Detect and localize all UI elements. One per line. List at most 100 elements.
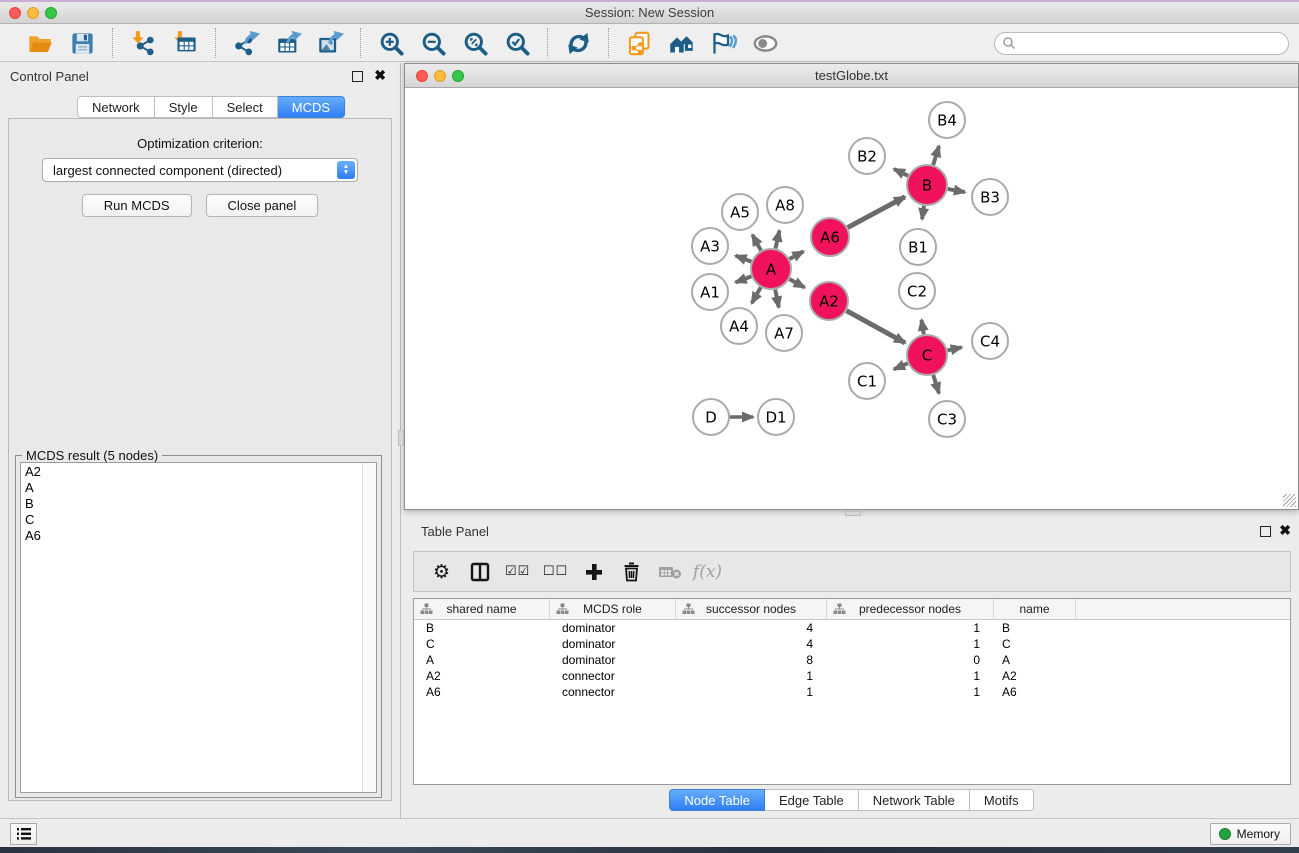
search-input[interactable] [1016, 34, 1288, 52]
table-cell[interactable]: A [414, 652, 550, 668]
graph-node-B4[interactable]: B4 [929, 102, 965, 138]
table-cell[interactable]: dominator [550, 620, 676, 636]
close-panel-button[interactable]: Close panel [206, 194, 319, 217]
graph-node-B3[interactable]: B3 [972, 179, 1008, 215]
select-all-button[interactable]: ☑☑ [502, 556, 533, 587]
graph-node-A8[interactable]: A8 [767, 187, 803, 223]
network-canvas[interactable]: B4B2BB3A8A5A6A3B1AC2A1A2A4A7C4CC1C3DD1 [405, 88, 1298, 509]
tab-network-table[interactable]: Network Table [859, 789, 970, 811]
edge-A-A6[interactable] [789, 251, 803, 259]
add-column-button[interactable] [578, 556, 609, 587]
tab-select[interactable]: Select [213, 96, 278, 118]
edge-C-C3[interactable] [933, 375, 939, 393]
table-cell[interactable]: dominator [550, 652, 676, 668]
table-cell[interactable]: connector [550, 684, 676, 700]
graph-node-C1[interactable]: C1 [849, 363, 885, 399]
table-cell[interactable]: A2 [994, 668, 1076, 684]
table-cell[interactable]: A2 [414, 668, 550, 684]
window-resize-grip[interactable] [1283, 494, 1296, 507]
graph-node-B[interactable]: B [907, 165, 947, 205]
open-session-button[interactable] [24, 28, 56, 58]
mcds-result-item[interactable]: C [25, 512, 376, 528]
table-row[interactable]: A2connector11A2 [414, 668, 1290, 684]
float-panel-icon[interactable] [352, 71, 363, 82]
close-panel-icon[interactable]: ✖ [374, 68, 386, 82]
float-table-panel-icon[interactable] [1260, 526, 1271, 537]
edge-B-B4[interactable] [933, 146, 939, 165]
birdseye-view-button[interactable] [749, 28, 781, 58]
graph-node-A2[interactable]: A2 [810, 282, 848, 320]
criterion-select[interactable]: largest connected component (directed) ▲… [42, 158, 358, 182]
close-table-panel-icon[interactable]: ✖ [1279, 523, 1291, 537]
edge-C-C4[interactable] [947, 347, 961, 350]
table-cell[interactable]: A [994, 652, 1076, 668]
zoom-selected-button[interactable] [501, 28, 533, 58]
edge-A-A7[interactable] [775, 290, 779, 308]
graph-node-B2[interactable]: B2 [849, 138, 885, 174]
toggle-graphics-details-button[interactable] [707, 28, 739, 58]
table-row[interactable]: A6connector11A6 [414, 684, 1290, 700]
list-scrollbar[interactable] [362, 463, 376, 792]
mcds-result-item[interactable]: A6 [25, 528, 376, 544]
tab-node-table[interactable]: Node Table [669, 789, 765, 811]
column-header-name[interactable]: name [994, 599, 1076, 619]
graph-node-A6[interactable]: A6 [811, 218, 849, 256]
table-cell[interactable]: 1 [827, 668, 994, 684]
mcds-result-list[interactable]: A2ABCA6 [20, 462, 377, 793]
table-cell[interactable]: 1 [676, 684, 827, 700]
export-table-button[interactable] [272, 28, 304, 58]
tab-style[interactable]: Style [155, 96, 213, 118]
run-mcds-button[interactable]: Run MCDS [82, 194, 192, 217]
export-network-button[interactable] [230, 28, 262, 58]
table-cell[interactable]: 1 [827, 636, 994, 652]
column-header-shared-name[interactable]: shared name [414, 599, 550, 619]
edge-A6-B[interactable] [848, 197, 905, 228]
graph-node-D1[interactable]: D1 [758, 399, 794, 435]
graph-node-C[interactable]: C [907, 335, 947, 375]
search-box[interactable] [994, 32, 1289, 55]
import-network-button[interactable] [127, 28, 159, 58]
table-cell[interactable]: 1 [827, 684, 994, 700]
table-row[interactable]: Cdominator41C [414, 636, 1290, 652]
table-cell[interactable]: 1 [676, 668, 827, 684]
graph-node-A3[interactable]: A3 [692, 228, 728, 264]
tab-edge-table[interactable]: Edge Table [765, 789, 859, 811]
table-cell[interactable]: C [414, 636, 550, 652]
edge-B-B1[interactable] [922, 206, 924, 219]
edge-A-A3[interactable] [736, 256, 752, 262]
zoom-out-button[interactable] [417, 28, 449, 58]
delete-column-button[interactable] [616, 556, 647, 587]
graph-node-A5[interactable]: A5 [722, 194, 758, 230]
table-cell[interactable]: A6 [414, 684, 550, 700]
table-settings-button[interactable]: ⚙ [426, 556, 457, 587]
table-cell[interactable]: 8 [676, 652, 827, 668]
clone-network-button[interactable] [623, 28, 655, 58]
table-cell[interactable]: 1 [827, 620, 994, 636]
table-cell[interactable]: C [994, 636, 1076, 652]
column-header-MCDS-role[interactable]: MCDS role [550, 599, 676, 619]
horizontal-split-handle[interactable] [845, 511, 861, 516]
tab-network[interactable]: Network [77, 96, 155, 118]
graph-node-A1[interactable]: A1 [692, 274, 728, 310]
graph-node-A[interactable]: A [751, 249, 791, 289]
table-cell[interactable]: 4 [676, 620, 827, 636]
edge-C-C1[interactable] [894, 363, 908, 369]
mcds-result-item[interactable]: A2 [25, 464, 376, 480]
edge-A-A1[interactable] [736, 276, 752, 282]
graph-node-A4[interactable]: A4 [721, 308, 757, 344]
apply-layout-button[interactable] [562, 28, 594, 58]
edge-A-A8[interactable] [775, 231, 779, 249]
zoom-in-button[interactable] [375, 28, 407, 58]
table-cell[interactable]: B [414, 620, 550, 636]
tab-motifs[interactable]: Motifs [970, 789, 1034, 811]
edge-B-B2[interactable] [894, 169, 908, 176]
mcds-result-item[interactable]: B [25, 496, 376, 512]
edge-A-A2[interactable] [789, 279, 804, 287]
edge-B-B3[interactable] [948, 189, 965, 192]
table-cell[interactable]: dominator [550, 636, 676, 652]
graph-node-A7[interactable]: A7 [766, 315, 802, 351]
table-row[interactable]: Bdominator41B [414, 620, 1290, 636]
table-cell[interactable]: B [994, 620, 1076, 636]
graph-node-C2[interactable]: C2 [899, 273, 935, 309]
table-row[interactable]: Adominator80A [414, 652, 1290, 668]
